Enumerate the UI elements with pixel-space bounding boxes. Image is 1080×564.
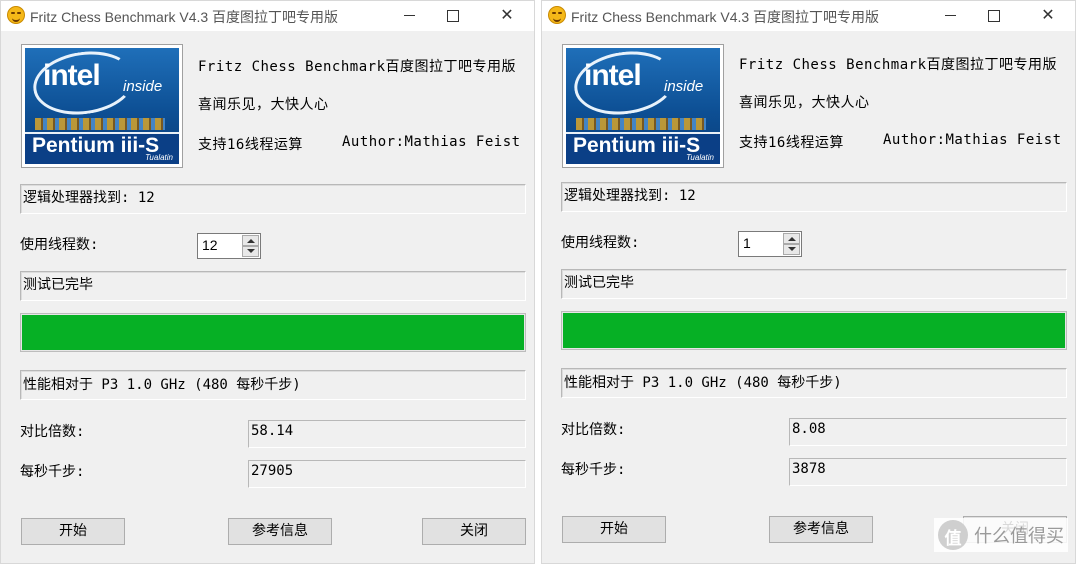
intel-pentium-logo: intel inside Pentium iii-S Tualatin: [21, 44, 183, 168]
stepper-up-button[interactable]: [242, 235, 259, 246]
ratio-label: 对比倍数:: [561, 422, 626, 438]
ratio-value: 8.08: [792, 421, 826, 437]
threads-stepper[interactable]: 12: [197, 233, 261, 259]
maximize-button[interactable]: [438, 4, 468, 26]
info-title: Fritz Chess Benchmark百度图拉丁吧专用版: [198, 59, 517, 75]
stepper-up-button[interactable]: [783, 233, 800, 244]
reference-info-button[interactable]: 参考信息: [769, 516, 873, 543]
status-text: 测试已完毕: [23, 277, 93, 293]
app-smiley-icon: [548, 6, 566, 24]
threads-value[interactable]: 1: [743, 235, 751, 251]
status-field: 测试已完毕: [20, 271, 526, 301]
relative-performance-text: 性能相对于 P3 1.0 GHz (480 每秒千步): [23, 377, 301, 393]
maximize-icon: [447, 9, 459, 22]
close-icon: ✕: [1041, 5, 1055, 24]
status-field: 测试已完毕: [561, 269, 1067, 299]
minimize-button[interactable]: [935, 4, 965, 26]
zhi-icon: [938, 520, 968, 550]
kns-value-box: 3878: [789, 458, 1067, 486]
relative-performance-field: 性能相对于 P3 1.0 GHz (480 每秒千步): [20, 370, 526, 400]
stepper-down-button[interactable]: [783, 244, 800, 255]
start-button[interactable]: 开始: [21, 518, 125, 545]
benchmark-window-right: Fritz Chess Benchmark V4.3 百度图拉丁吧专用版 ✕ i…: [541, 0, 1076, 564]
logical-processor-text: 逻辑处理器找到: 12: [23, 190, 155, 206]
close-window-button[interactable]: ✕: [1033, 4, 1063, 26]
threads-label: 使用线程数:: [20, 237, 99, 253]
info-title: Fritz Chess Benchmark百度图拉丁吧专用版: [739, 57, 1058, 73]
close-button[interactable]: 关闭: [422, 518, 526, 545]
benchmark-window-left: Fritz Chess Benchmark V4.3 百度图拉丁吧专用版 ✕ i…: [0, 0, 535, 564]
info-slogan: 喜闻乐见，大快人心: [198, 97, 329, 113]
minimize-button[interactable]: [394, 4, 424, 26]
info-threads-support: 支持16线程运算: [739, 135, 844, 151]
status-text: 测试已完毕: [564, 275, 634, 291]
ratio-value-box: 58.14: [248, 420, 526, 448]
relative-performance-field: 性能相对于 P3 1.0 GHz (480 每秒千步): [561, 368, 1067, 398]
title-bar[interactable]: Fritz Chess Benchmark V4.3 百度图拉丁吧专用版 ✕: [542, 1, 1075, 31]
app-smiley-icon: [7, 6, 25, 24]
ratio-label: 对比倍数:: [20, 424, 85, 440]
threads-value[interactable]: 12: [202, 237, 218, 253]
kns-value: 3878: [792, 461, 826, 477]
logical-processor-text: 逻辑处理器找到: 12: [564, 188, 696, 204]
info-threads-support: 支持16线程运算: [198, 137, 303, 153]
window-title: Fritz Chess Benchmark V4.3 百度图拉丁吧专用版: [571, 9, 880, 25]
title-bar[interactable]: Fritz Chess Benchmark V4.3 百度图拉丁吧专用版 ✕: [1, 1, 534, 31]
close-window-button[interactable]: ✕: [492, 4, 522, 26]
kns-label: 每秒千步:: [20, 464, 85, 480]
minimize-icon: [944, 15, 956, 16]
threads-label: 使用线程数:: [561, 235, 640, 251]
progress-fill: [563, 313, 1065, 348]
watermark: 什么值得买: [934, 518, 1068, 552]
maximize-button[interactable]: [979, 4, 1009, 26]
kns-value: 27905: [251, 463, 294, 479]
info-author: Author:Mathias Feist: [883, 132, 1062, 148]
relative-performance-text: 性能相对于 P3 1.0 GHz (480 每秒千步): [564, 375, 842, 391]
reference-info-button[interactable]: 参考信息: [228, 518, 332, 545]
ratio-value: 58.14: [251, 423, 294, 439]
ratio-value-box: 8.08: [789, 418, 1067, 446]
close-icon: ✕: [500, 5, 514, 24]
stepper-down-button[interactable]: [242, 246, 259, 257]
progress-bar: [561, 311, 1067, 350]
watermark-text: 什么值得买: [974, 526, 1064, 547]
kns-value-box: 27905: [248, 460, 526, 488]
progress-fill: [22, 315, 524, 350]
threads-stepper[interactable]: 1: [738, 231, 802, 257]
progress-bar: [20, 313, 526, 352]
intel-pentium-logo: intel inside Pentium iii-S Tualatin: [562, 44, 724, 168]
logical-processor-field: 逻辑处理器找到: 12: [561, 182, 1067, 212]
info-slogan: 喜闻乐见，大快人心: [739, 95, 870, 111]
kns-label: 每秒千步:: [561, 462, 626, 478]
minimize-icon: [403, 15, 415, 16]
info-author: Author:Mathias Feist: [342, 134, 521, 150]
window-title: Fritz Chess Benchmark V4.3 百度图拉丁吧专用版: [30, 9, 339, 25]
start-button[interactable]: 开始: [562, 516, 666, 543]
maximize-icon: [988, 9, 1000, 22]
logical-processor-field: 逻辑处理器找到: 12: [20, 184, 526, 214]
